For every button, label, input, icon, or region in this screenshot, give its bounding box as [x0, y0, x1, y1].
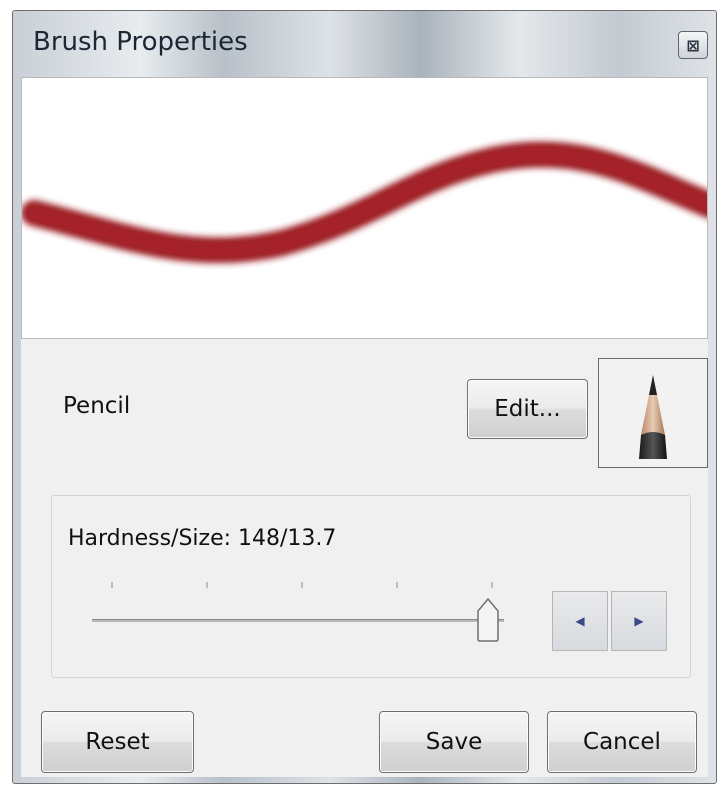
cancel-button[interactable]: Cancel — [547, 711, 697, 773]
brush-icon-button[interactable] — [598, 358, 708, 468]
brush-name-label: Pencil — [63, 393, 131, 419]
save-button[interactable]: Save — [379, 711, 529, 773]
dialog-title: Brush Properties — [33, 27, 248, 57]
increment-button[interactable]: ▶ — [611, 591, 667, 651]
reset-button[interactable]: Reset — [41, 711, 194, 773]
brush-properties-dialog: Brush Properties ⊠ Pencil Edit... Hardne… — [12, 10, 717, 784]
edit-button[interactable]: Edit... — [467, 379, 588, 439]
title-bar[interactable]: Brush Properties ⊠ — [13, 11, 716, 77]
properties-panel: Pencil Edit... Hardness/Size: 148/13.7 ◀… — [21, 339, 708, 777]
hardness-size-group: Hardness/Size: 148/13.7 ◀ ▶ — [51, 495, 691, 678]
brush-stroke — [22, 141, 707, 264]
arrow-right-icon: ▶ — [634, 614, 644, 628]
close-button[interactable]: ⊠ — [678, 31, 708, 59]
arrow-left-icon: ◀ — [575, 614, 585, 628]
pencil-icon — [639, 375, 667, 459]
hardness-slider-track[interactable] — [92, 619, 504, 622]
brush-stroke-preview — [21, 77, 708, 339]
close-icon: ⊠ — [686, 35, 700, 55]
slider-ticks — [111, 582, 493, 588]
decrement-button[interactable]: ◀ — [552, 591, 608, 651]
hardness-slider-thumb[interactable] — [476, 597, 500, 643]
